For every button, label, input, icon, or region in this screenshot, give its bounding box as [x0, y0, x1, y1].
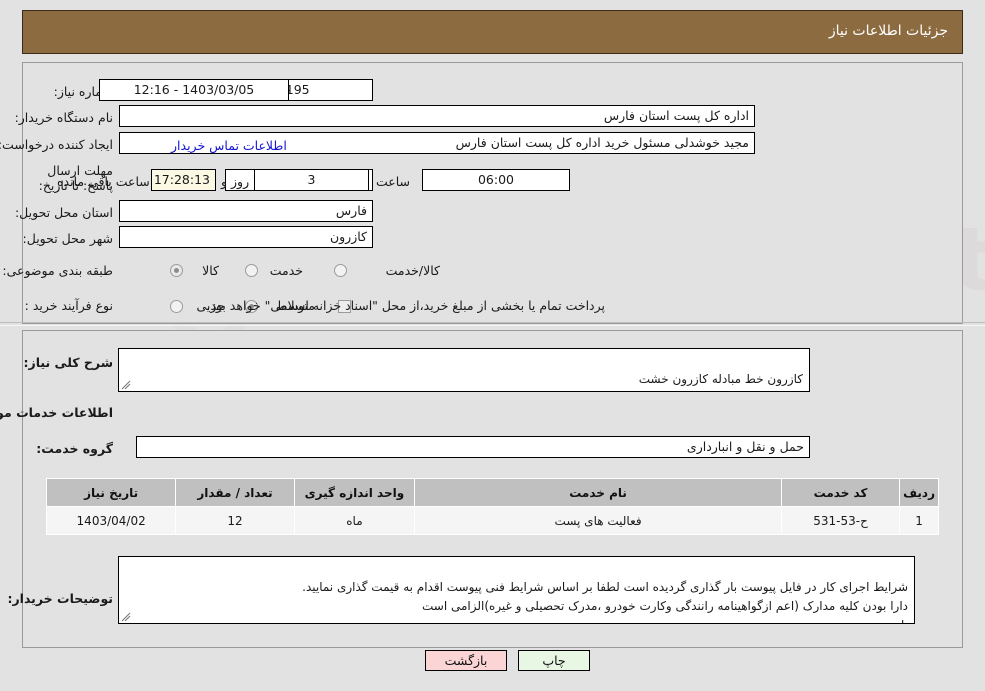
resize-grip-icon[interactable]	[121, 380, 131, 390]
services-heading: اطلاعات خدمات مورد نیاز	[0, 405, 113, 420]
province-value: فارس	[119, 200, 373, 222]
process-radio-jozee[interactable]	[170, 300, 183, 313]
th-code: کد خدمت	[780, 478, 901, 507]
cell-radif: 1	[899, 506, 939, 535]
description-textarea[interactable]: کازرون خط مبادله کازرون خشت	[118, 348, 810, 392]
category-radio-khedmat[interactable]	[245, 264, 258, 277]
print-button[interactable]: چاپ	[518, 650, 590, 671]
category-radio-kala-khedmat[interactable]	[334, 264, 347, 277]
th-qty: تعداد / مقدار	[175, 478, 295, 507]
days-label: روز و	[221, 174, 250, 189]
remaining-days: 3	[254, 169, 369, 191]
city-label: شهر محل تحویل:	[22, 231, 113, 246]
buyer-notes-text: شرایط اجرای کار در فایل پیوست بار گذاری …	[302, 580, 908, 623]
category-option-kala-label: کالا	[202, 263, 219, 278]
th-date: تاریخ نیاز	[45, 478, 177, 507]
category-label: طبقه بندی موضوعی:	[2, 263, 113, 278]
city-value: کازرون	[119, 226, 373, 248]
buyer-notes-textarea[interactable]: شرایط اجرای کار در فایل پیوست بار گذاری …	[118, 556, 915, 624]
buyer-org-value: اداره کل پست استان فارس	[119, 105, 755, 127]
description-text: کازرون خط مبادله کازرون خشت	[638, 372, 803, 386]
resize-grip-icon[interactable]	[121, 612, 131, 622]
description-label: شرح کلی نیاز:	[23, 355, 113, 370]
deadline-time: 06:00	[422, 169, 570, 191]
province-label: استان محل تحویل:	[14, 205, 113, 220]
need-info-panel	[22, 62, 963, 324]
services-table: ردیف کد خدمت نام خدمت واحد اندازه گیری ت…	[45, 478, 939, 535]
category-option-khedmat-label: خدمت	[269, 263, 303, 278]
section-divider	[0, 322, 985, 326]
remaining-time: 17:28:13	[151, 169, 216, 191]
page-title: جزئیات اطلاعات نیاز	[828, 23, 948, 39]
th-unit: واحد اندازه گیری	[293, 478, 416, 507]
cell-unit: ماه	[293, 506, 416, 535]
cell-name: فعالیت های پست	[414, 506, 782, 535]
category-option-kala-khedmat-label: کالا/خدمت	[385, 263, 440, 278]
buyer-org-label: نام دستگاه خریدار:	[14, 110, 113, 125]
back-button[interactable]: بازگشت	[425, 650, 507, 671]
cell-qty: 12	[175, 506, 295, 535]
th-radif: ردیف	[899, 478, 939, 507]
category-radio-kala[interactable]	[170, 264, 183, 277]
buyer-contact-link[interactable]: اطلاعات تماس خریدار	[171, 138, 287, 153]
service-group-value: حمل و نقل و انبارداری	[136, 436, 810, 458]
announce-value: 1403/03/05 - 12:16	[99, 79, 289, 101]
page-root: AriaTender.net جزئیات اطلاعات نیاز شماره…	[0, 0, 985, 691]
buyer-notes-label: توضیحات خریدار:	[7, 591, 113, 606]
remaining-label: ساعت باقی مانده	[57, 174, 150, 189]
th-name: نام خدمت	[414, 478, 782, 507]
table-row: 1 ح-53-531 فعالیت های پست ماه 12 1403/04…	[45, 506, 939, 535]
header-bar: جزئیات اطلاعات نیاز	[22, 10, 963, 54]
cell-code: ح-53-531	[780, 506, 901, 535]
creator-label: ایجاد کننده درخواست:	[0, 137, 113, 152]
cell-date: 1403/04/02	[45, 506, 177, 535]
service-group-label: گروه خدمت:	[36, 441, 113, 456]
process-label: نوع فرآیند خرید :	[24, 298, 113, 313]
treasury-checkbox-label: پرداخت تمام یا بخشی از مبلغ خرید،از محل …	[206, 298, 605, 313]
hour-label: ساعت	[375, 174, 410, 189]
table-header-row: ردیف کد خدمت نام خدمت واحد اندازه گیری ت…	[45, 478, 939, 507]
